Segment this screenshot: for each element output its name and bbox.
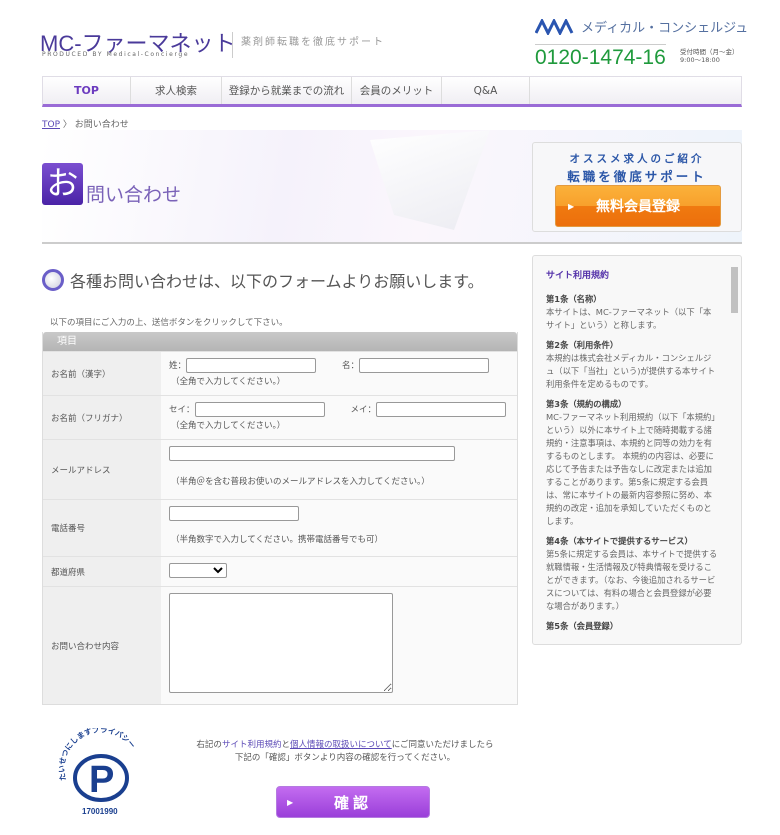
label-email: メールアドレス [43,440,161,499]
first-kana-input[interactable] [376,402,507,417]
nav-qa[interactable]: Q&A [442,77,530,104]
business-hours: 受付時間（月〜金） 9:00〜18:00 [680,48,739,64]
row-prefecture: 都道府県 [43,556,517,586]
register-label: 無料会員登録 [596,199,680,215]
scroll-thumb[interactable] [731,267,738,313]
nav-flow[interactable]: 登録から就業までの流れ [222,77,352,104]
breadcrumb-sep: 〉 [62,120,72,130]
privacy-link[interactable]: 個人情報の取扱いについて [290,740,392,750]
main-nav: TOP 求人検索 登録から就業までの流れ 会員のメリット Q&A [42,76,742,107]
prefecture-select[interactable] [169,563,227,578]
play-icon: ▶ [287,798,294,807]
register-banner: オススメ求人のご紹介 転職を徹底サポート ▶ 無料会員登録 [532,142,742,232]
confirm-button[interactable]: ▶ 確認 [276,786,430,818]
tagline: 薬剤師転職を徹底サポート [232,32,385,58]
row-email: メールアドレス （半角＠を含む普段お使いのメールアドレスを入力してください。） [43,439,517,499]
last-kana-input[interactable] [194,402,325,417]
confirm-label: 確認 [333,794,372,812]
terms-article: 第5条（会員登録） [546,621,619,631]
row-name-kanji: お名前（漢字） 姓： 名： （全角で入力してください。） [43,351,517,395]
play-icon: ▶ [568,202,575,211]
breadcrumb: TOP 〉 お問い合わせ [42,117,129,130]
label-phone: 電話番号 [43,500,161,556]
content-textarea[interactable] [169,593,393,693]
terms-title: サイト利用規約 [546,271,610,281]
note: （半角＠を含む普段お使いのメールアドレスを入力してください。） [171,477,430,487]
terms-article: 第4条（本サイトで提供するサービス） 第5条に規定する会員は、本サイトで提供する就… [546,536,718,611]
first-name-input[interactable] [359,358,490,373]
agreement-text: 右記のサイト利用規約と個人情報の取扱いについてにご同意いただけましたら 下記の「… [196,740,494,763]
hours-label: 受付時間（月〜金） [680,48,739,56]
terms-scrollbar[interactable] [730,262,739,638]
last-name-input[interactable] [186,358,317,373]
privacy-mark-logo: たいせつにしますプライバシー P 17001990 [56,724,144,816]
terms-article: 第3条（規約の構成） MC-ファーマネット利用規約（以下「本規約」という）以外に本… [546,399,716,526]
free-register-button[interactable]: ▶ 無料会員登録 [555,185,721,227]
hours-value: 9:00〜18:00 [680,56,720,64]
company-mark-icon [535,18,574,35]
label-name-kana: お名前（フリガナ） [43,396,161,439]
privacy-mark-icon: たいせつにしますプライバシー P 17001990 [56,724,137,816]
breadcrumb-current: お問い合わせ [74,120,129,130]
label-prefecture: 都道府県 [43,557,161,586]
nav-merits[interactable]: 会員のメリット [352,77,442,104]
heading-text: 各種お問い合わせは、以下のフォームよりお願いします。 [70,272,484,291]
terms-article: 第1条（名称） 本サイトは、MC-ファーマネット（以下「本サイト」という）と称しま… [546,294,712,330]
terms-article: 第2条（利用条件） 本規約は株式会社メディカル・コンシェルジュ（以下「当社」という… [546,340,716,389]
last-kana-label: セイ： [169,405,195,415]
page-title: 問い合わせ [86,184,182,206]
company-logo: メディカル・コンシェルジュ [535,17,748,36]
last-name-label: 姓： [169,361,187,371]
note: （全角で入力してください。） [171,377,286,387]
privacy-number: 17001990 [82,807,118,816]
row-content: お問い合わせ内容 [43,586,517,704]
row-name-kana: お名前（フリガナ） セイ： メイ： （全角で入力してください。） [43,395,517,439]
phone-number: 0120-1474-16 [535,44,666,69]
title-initial: お [42,163,83,205]
first-name-label: 名： [342,361,360,371]
circle-icon [42,269,64,291]
terms-link[interactable]: サイト利用規約 [222,740,282,750]
svg-text:P: P [89,759,114,801]
form-intro: 以下の項目にご入力の上、送信ボタンをクリックして下さい。 [50,318,288,328]
email-input[interactable] [169,446,455,461]
section-heading: 各種お問い合わせは、以下のフォームよりお願いします。 [42,268,484,292]
note: （全角で入力してください。） [171,421,286,431]
company-name: メディカル・コンシェルジュ [581,21,749,36]
terms-box[interactable]: サイト利用規約 第1条（名称） 本サイトは、MC-ファーマネット（以下「本サイト」… [532,255,742,645]
banner-line1: オススメ求人のご紹介 [569,153,705,165]
phone-input[interactable] [169,506,299,521]
note: （半角数字で入力してください。携帯電話番号でも可） [171,535,383,545]
label-name-kanji: お名前（漢字） [43,352,161,395]
contact-form: 項目 お名前（漢字） 姓： 名： （全角で入力してください。） お名前（フリガナ）… [42,332,518,705]
nav-job-search[interactable]: 求人検索 [131,77,222,104]
logo-subtitle: PRODUCED BY Medical-Concierge [42,51,190,58]
banner-line2: 転職を徹底サポート [567,169,707,184]
first-kana-label: メイ： [350,405,377,415]
nav-top[interactable]: TOP [43,77,131,104]
label-content: お問い合わせ内容 [43,587,161,704]
form-header: 項目 [43,332,517,351]
row-phone: 電話番号 （半角数字で入力してください。携帯電話番号でも可） [43,499,517,556]
breadcrumb-home[interactable]: TOP [42,120,60,130]
